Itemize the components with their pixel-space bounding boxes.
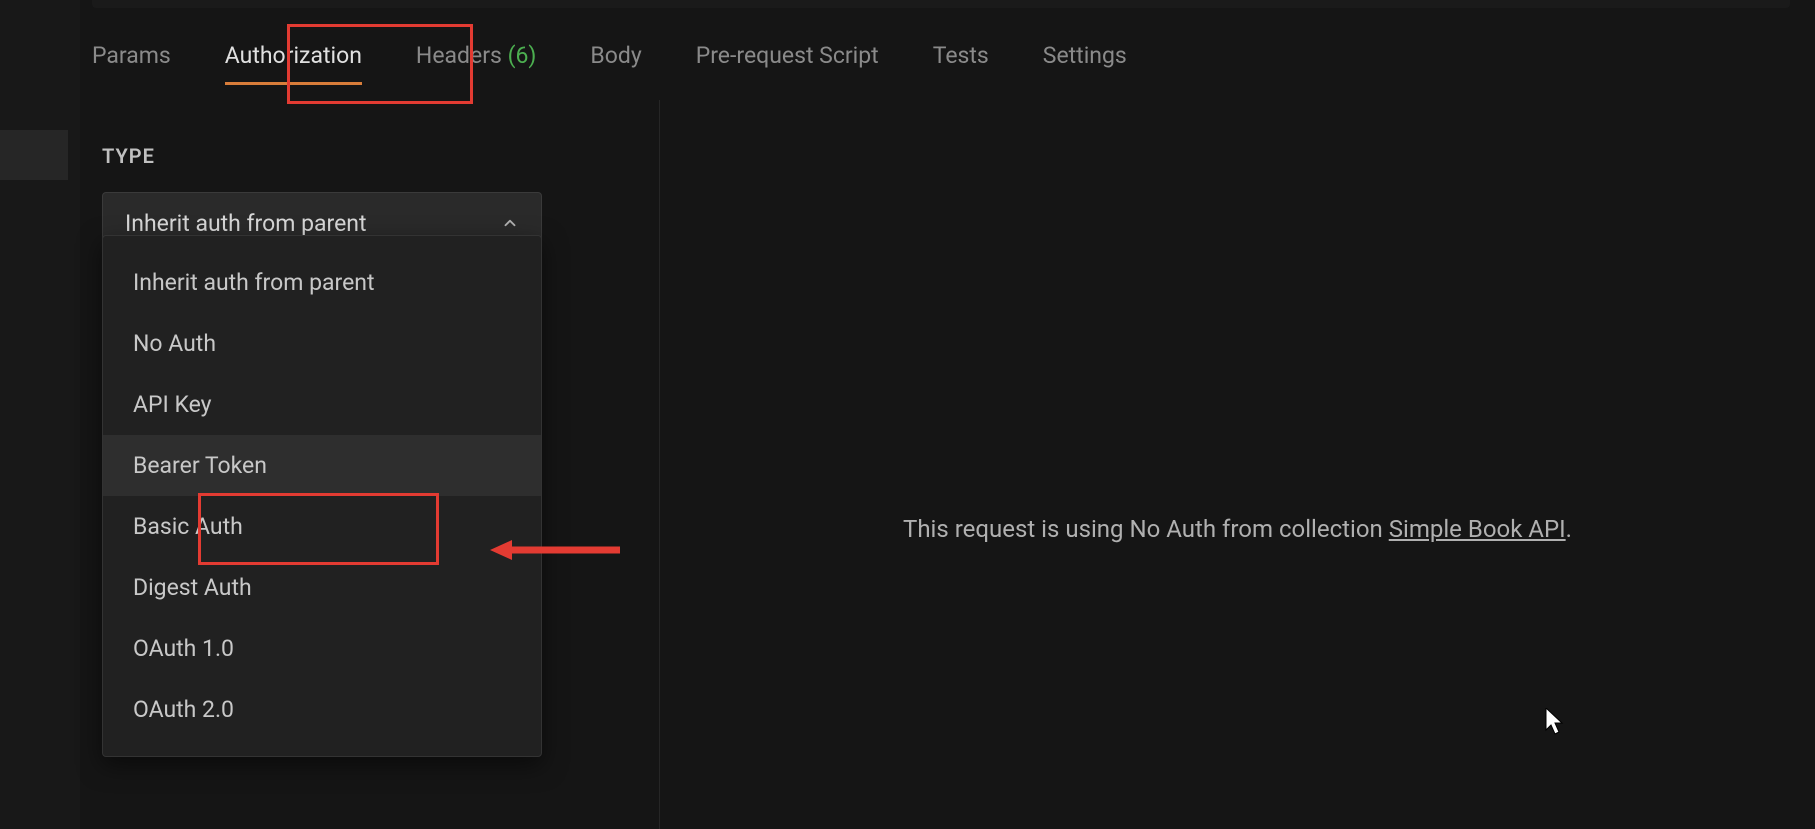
- auth-right-column: This request is using No Auth from colle…: [660, 100, 1815, 829]
- auth-option-oauth1[interactable]: OAuth 1.0: [103, 618, 541, 679]
- auth-option-inherit[interactable]: Inherit auth from parent: [103, 252, 541, 313]
- tab-params[interactable]: Params: [92, 28, 171, 83]
- auth-option-digest-auth[interactable]: Digest Auth: [103, 557, 541, 618]
- tab-headers-count: (6): [508, 42, 537, 69]
- auth-option-apikey[interactable]: API Key: [103, 374, 541, 435]
- auth-type-dropdown: Inherit auth from parent No Auth API Key…: [102, 235, 542, 757]
- auth-collection-link[interactable]: Simple Book API: [1389, 515, 1566, 543]
- tab-prerequest-script[interactable]: Pre-request Script: [696, 28, 879, 83]
- url-bar-edge: [92, 0, 1790, 8]
- auth-message-suffix: .: [1566, 515, 1572, 543]
- tab-headers[interactable]: Headers (6): [416, 28, 536, 83]
- tab-headers-label: Headers: [416, 42, 502, 69]
- auth-inherit-message: This request is using No Auth from colle…: [718, 515, 1758, 543]
- auth-option-bearer-token[interactable]: Bearer Token: [103, 435, 541, 496]
- request-tabs: Params Authorization Headers (6) Body Pr…: [92, 28, 1127, 83]
- main-panel: Params Authorization Headers (6) Body Pr…: [80, 0, 1815, 829]
- authorization-content: TYPE Inherit auth from parent Inherit au…: [80, 100, 1815, 829]
- tab-tests[interactable]: Tests: [933, 28, 989, 83]
- auth-option-noauth[interactable]: No Auth: [103, 313, 541, 374]
- tab-authorization[interactable]: Authorization: [225, 28, 362, 83]
- left-sidebar: [0, 0, 80, 829]
- tab-body[interactable]: Body: [590, 28, 641, 83]
- tab-settings[interactable]: Settings: [1043, 28, 1127, 83]
- auth-left-column: TYPE Inherit auth from parent Inherit au…: [80, 100, 660, 829]
- auth-option-oauth2[interactable]: OAuth 2.0: [103, 679, 541, 740]
- sidebar-active-indicator: [0, 130, 68, 180]
- auth-type-selected-value: Inherit auth from parent: [125, 210, 367, 237]
- auth-type-label: TYPE: [102, 144, 637, 168]
- auth-message-prefix: This request is using No Auth from colle…: [903, 515, 1389, 543]
- chevron-up-icon: [501, 214, 519, 232]
- auth-option-basic-auth[interactable]: Basic Auth: [103, 496, 541, 557]
